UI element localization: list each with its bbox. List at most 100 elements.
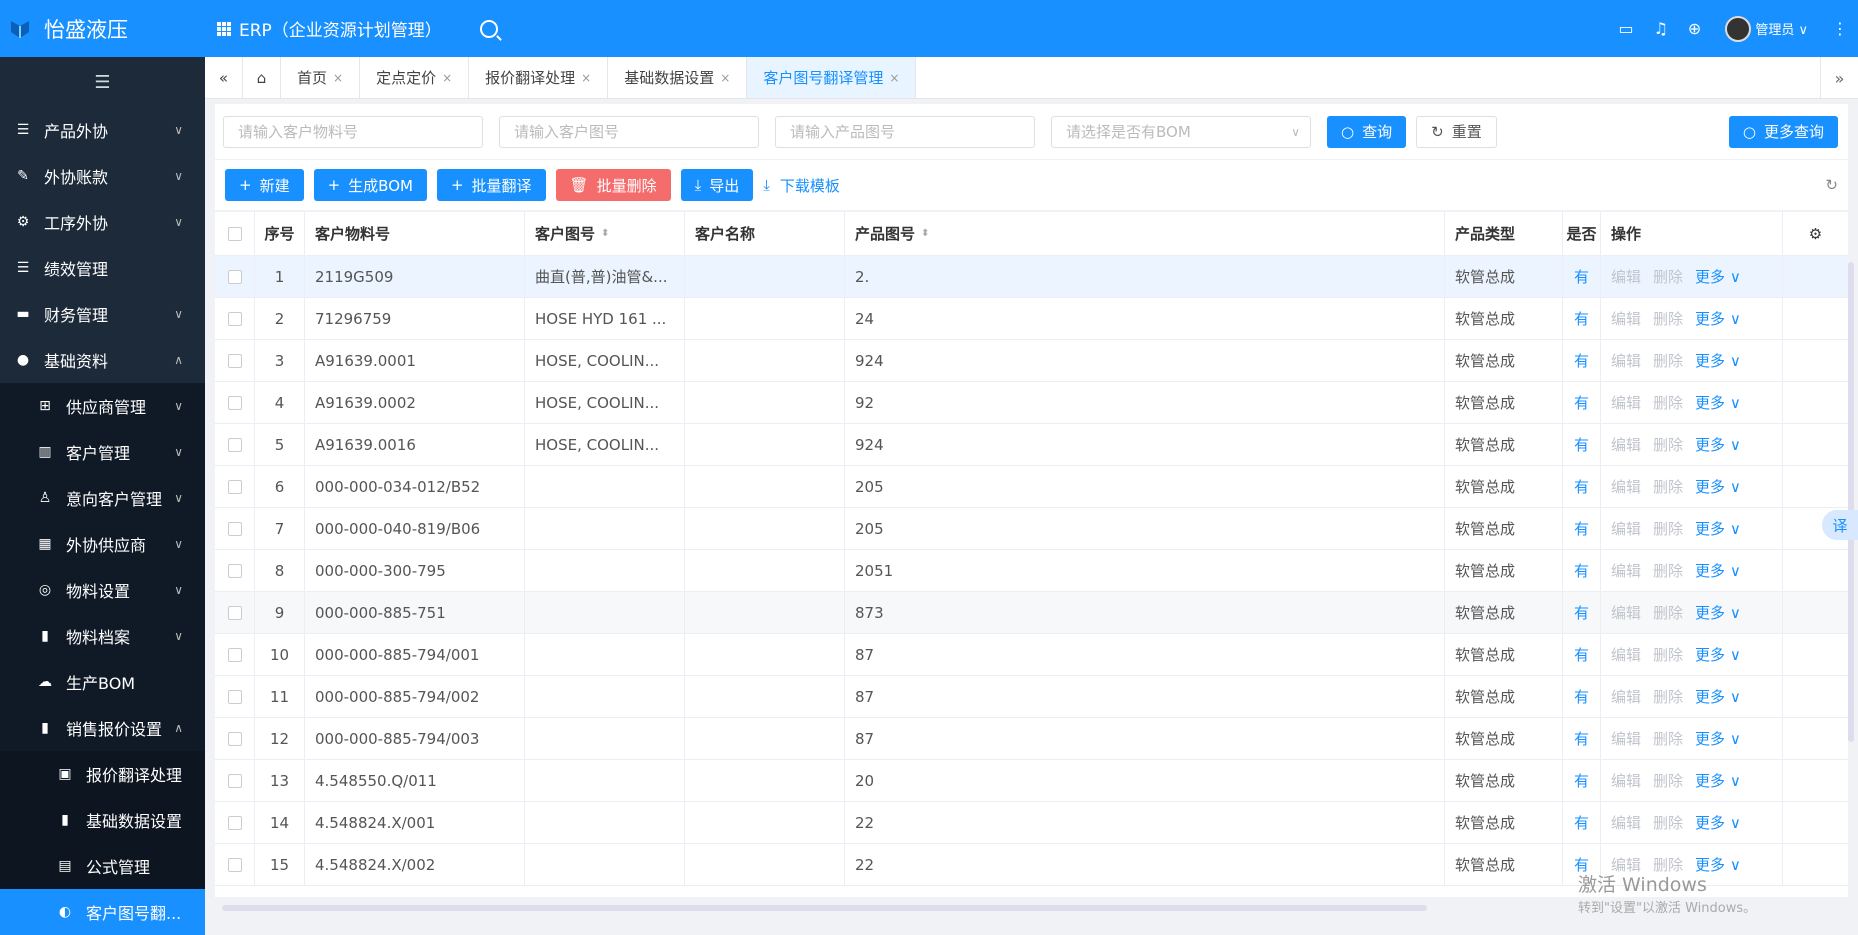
delete-button[interactable]: 删除 bbox=[1653, 476, 1683, 497]
table-row[interactable]: 6 000-000-034-012/B52 205 软管总成 有 编辑 删除 更多 ∨ bbox=[215, 466, 1848, 508]
delete-button[interactable]: 删除 bbox=[1653, 518, 1683, 539]
tabs-scroll-left-icon[interactable]: « bbox=[205, 57, 243, 98]
sidebar-item[interactable]: ● 基础资料 ∧ bbox=[0, 337, 205, 383]
delete-button[interactable]: 删除 bbox=[1653, 434, 1683, 455]
batch-translate-button[interactable]: + 批量翻译 bbox=[436, 169, 546, 201]
row-checkbox[interactable] bbox=[227, 563, 242, 578]
delete-button[interactable]: 删除 bbox=[1653, 728, 1683, 749]
delete-button[interactable]: 删除 bbox=[1653, 686, 1683, 707]
sidebar-item[interactable]: ◎ 物料设置 ∨ bbox=[0, 567, 205, 613]
globe-icon[interactable]: ⊕ bbox=[1688, 19, 1701, 38]
translate-float-button[interactable]: 译 bbox=[1822, 510, 1858, 540]
query-button[interactable]: ○ 查询 bbox=[1327, 115, 1407, 148]
table-row[interactable]: 1 2119G509 曲直(普,普)油管&... 2. 软管总成 有 编辑 删除 更多 ∨ bbox=[215, 256, 1848, 298]
edit-button[interactable]: 编辑 bbox=[1611, 728, 1641, 749]
tab[interactable]: 首页 × bbox=[281, 57, 361, 98]
table-row[interactable]: 14 4.548824.X/001 22 软管总成 有 编辑 删除 更多 ∨ bbox=[215, 802, 1848, 844]
close-icon[interactable]: × bbox=[889, 71, 899, 85]
row-checkbox[interactable] bbox=[227, 437, 242, 452]
sidebar-item[interactable]: ▮ 物料档案 ∨ bbox=[0, 613, 205, 659]
header-product[interactable]: 产品图号 ⬍ bbox=[845, 212, 1445, 255]
sidebar-item[interactable]: ▤ 公式管理 bbox=[0, 843, 205, 889]
close-icon[interactable]: × bbox=[442, 71, 452, 85]
table-row[interactable]: 7 000-000-040-819/B06 205 软管总成 有 编辑 删除 更多 ∨ bbox=[215, 508, 1848, 550]
more-dropdown[interactable]: 更多 ∨ bbox=[1695, 686, 1741, 707]
sidebar-item[interactable]: ▮ 基础数据设置 bbox=[0, 797, 205, 843]
sidebar-item[interactable]: ▬ 财务管理 ∨ bbox=[0, 291, 205, 337]
row-checkbox[interactable] bbox=[227, 269, 242, 284]
refresh-icon[interactable]: ↻ bbox=[1825, 176, 1838, 194]
more-dropdown[interactable]: 更多 ∨ bbox=[1695, 812, 1741, 833]
sort-icon[interactable]: ⬍ bbox=[601, 228, 609, 239]
row-checkbox[interactable] bbox=[227, 857, 242, 872]
more-dropdown[interactable]: 更多 ∨ bbox=[1695, 728, 1741, 749]
more-dropdown[interactable]: 更多 ∨ bbox=[1695, 602, 1741, 623]
bom-select[interactable]: 请选择是否有BOM ∨ bbox=[1051, 115, 1311, 148]
sidebar-item[interactable]: ⊞ 供应商管理 ∨ bbox=[0, 383, 205, 429]
sidebar-item[interactable]: ▦ 外协供应商 ∨ bbox=[0, 521, 205, 567]
message-icon[interactable]: ▭ bbox=[1618, 19, 1633, 38]
system-menu[interactable]: ERP（企业资源计划管理） bbox=[217, 16, 442, 41]
row-checkbox[interactable] bbox=[227, 353, 242, 368]
reset-button[interactable]: ↻ 重置 bbox=[1416, 115, 1497, 148]
avatar[interactable] bbox=[1725, 15, 1752, 42]
export-button[interactable]: ⤓ 导出 bbox=[680, 169, 754, 201]
sort-icon[interactable]: ⬍ bbox=[921, 228, 929, 239]
delete-button[interactable]: 删除 bbox=[1653, 266, 1683, 287]
more-dropdown[interactable]: 更多 ∨ bbox=[1695, 518, 1741, 539]
delete-button[interactable]: 删除 bbox=[1653, 770, 1683, 791]
edit-button[interactable]: 编辑 bbox=[1611, 560, 1641, 581]
table-row[interactable]: 10 000-000-885-794/001 87 软管总成 有 编辑 删除 更多 ∨ bbox=[215, 634, 1848, 676]
generate-bom-button[interactable]: + 生成BOM bbox=[313, 169, 427, 201]
delete-button[interactable]: 删除 bbox=[1653, 602, 1683, 623]
user-menu[interactable]: 管理员 ∨ bbox=[1755, 19, 1808, 38]
edit-button[interactable]: 编辑 bbox=[1611, 812, 1641, 833]
sidebar-collapse-icon[interactable]: ☰ bbox=[0, 57, 205, 107]
more-dropdown[interactable]: 更多 ∨ bbox=[1695, 644, 1741, 665]
delete-button[interactable]: 删除 bbox=[1653, 350, 1683, 371]
customer-material-input[interactable]: 请输入客户物料号 bbox=[223, 115, 483, 148]
row-checkbox[interactable] bbox=[227, 521, 242, 536]
sidebar-item[interactable]: ✎ 外协账款 ∨ bbox=[0, 153, 205, 199]
table-row[interactable]: 12 000-000-885-794/003 87 软管总成 有 编辑 删除 更多 ∨ bbox=[215, 718, 1848, 760]
edit-button[interactable]: 编辑 bbox=[1611, 602, 1641, 623]
table-row[interactable]: 3 A91639.0001 HOSE, COOLIN... 924 软管总成 有 编辑 删除更… bbox=[215, 340, 1848, 382]
horizontal-scrollbar[interactable] bbox=[222, 905, 1427, 911]
more-vertical-icon[interactable]: ⋮ bbox=[1832, 19, 1848, 38]
delete-button[interactable]: 删除 bbox=[1653, 308, 1683, 329]
tab[interactable]: 客户图号翻译管理 × bbox=[747, 57, 917, 98]
more-query-button[interactable]: ○ 更多查询 bbox=[1728, 115, 1838, 148]
row-checkbox[interactable] bbox=[227, 479, 242, 494]
sidebar-item[interactable]: ◐ 客户图号翻... bbox=[0, 889, 205, 935]
table-row[interactable]: 9 000-000-885-751 873 软管总成 有 编辑 删除 更多 ∨ bbox=[215, 592, 1848, 634]
table-row[interactable]: 2 71296759 HOSE HYD 161 ... 24 软管总成 有 编辑 删除 更多 ∨ bbox=[215, 298, 1848, 340]
sidebar-item[interactable]: ⚙ 工序外协 ∨ bbox=[0, 199, 205, 245]
edit-button[interactable]: 编辑 bbox=[1611, 476, 1641, 497]
delete-button[interactable]: 删除 bbox=[1653, 644, 1683, 665]
row-checkbox[interactable] bbox=[227, 311, 242, 326]
sidebar-item[interactable]: ▣ 报价翻译处理 bbox=[0, 751, 205, 797]
row-checkbox[interactable] bbox=[227, 815, 242, 830]
tab[interactable]: 报价翻译处理 × bbox=[469, 57, 609, 98]
more-dropdown[interactable]: 更多 ∨ bbox=[1695, 476, 1741, 497]
delete-button[interactable]: 删除 bbox=[1653, 812, 1683, 833]
product-drawing-input[interactable]: 请输入产品图号 bbox=[775, 115, 1035, 148]
edit-button[interactable]: 编辑 bbox=[1611, 686, 1641, 707]
more-dropdown[interactable]: 更多 ∨ bbox=[1695, 770, 1741, 791]
select-all-checkbox[interactable] bbox=[227, 226, 242, 241]
more-dropdown[interactable]: 更多 ∨ bbox=[1695, 308, 1741, 329]
row-checkbox[interactable] bbox=[227, 395, 242, 410]
table-row[interactable]: 8 000-000-300-795 2051 软管总成 有 编辑 删除 更多 ∨ bbox=[215, 550, 1848, 592]
sidebar-item[interactable]: ☁ 生产BOM bbox=[0, 659, 205, 705]
row-checkbox[interactable] bbox=[227, 647, 242, 662]
sidebar-item[interactable]: ☰ 绩效管理 bbox=[0, 245, 205, 291]
close-icon[interactable]: × bbox=[333, 71, 343, 85]
more-dropdown[interactable]: 更多 ∨ bbox=[1695, 350, 1741, 371]
sidebar-item[interactable]: ▮ 销售报价设置 ∧ bbox=[0, 705, 205, 751]
home-tab-icon[interactable]: ⌂ bbox=[243, 57, 281, 98]
tab[interactable]: 定点定价 × bbox=[360, 57, 470, 98]
row-checkbox[interactable] bbox=[227, 731, 242, 746]
close-icon[interactable]: × bbox=[581, 71, 591, 85]
delete-button[interactable]: 删除 bbox=[1653, 392, 1683, 413]
table-row[interactable]: 4 A91639.0002 HOSE, COOLIN... 92 软管总成 有 编辑 删除 更多… bbox=[215, 382, 1848, 424]
